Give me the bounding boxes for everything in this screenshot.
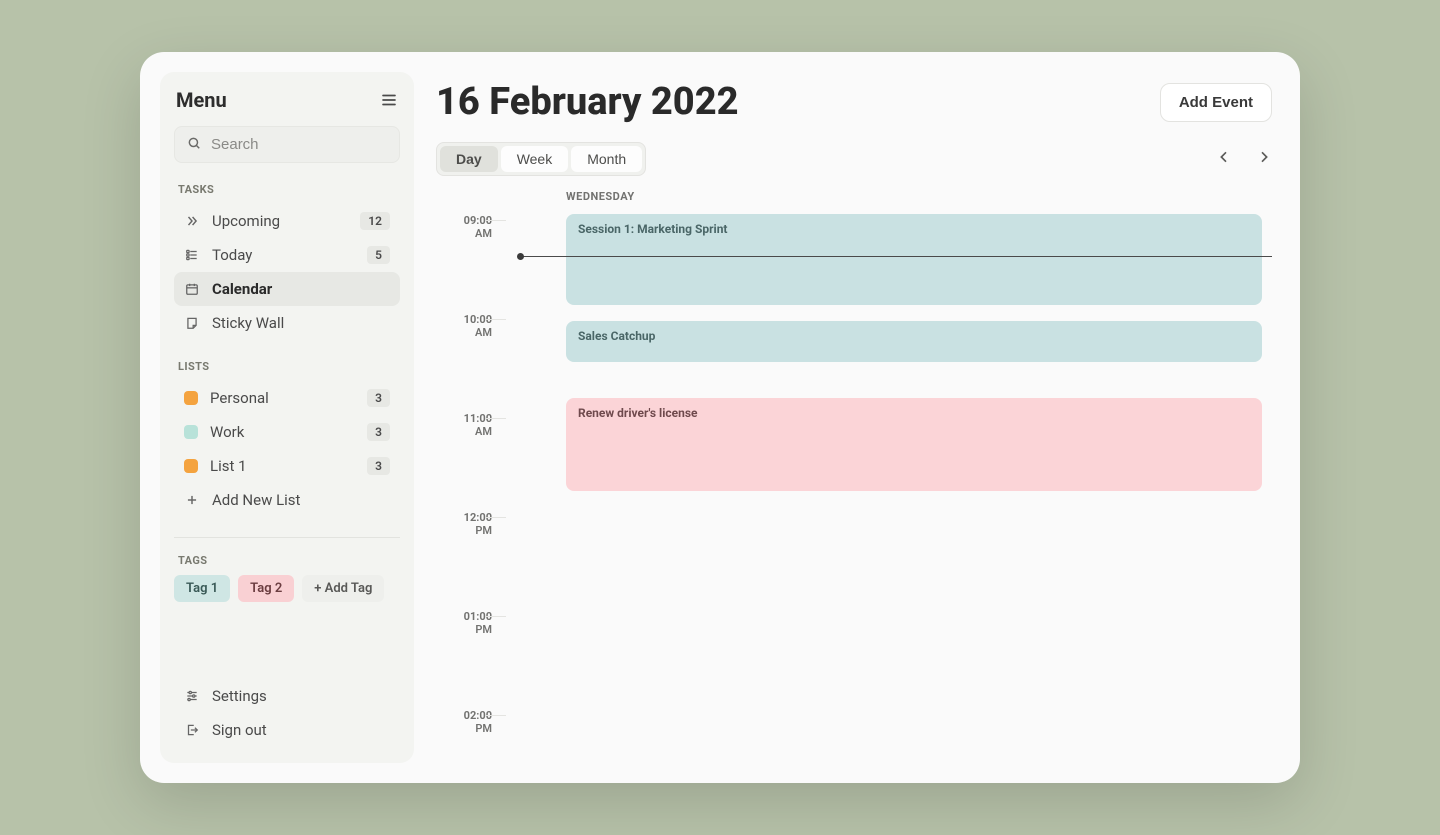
add-event-button[interactable]: Add Event [1160,83,1272,122]
time-label: 11:00AM [442,412,492,438]
view-segmented-control: Day Week Month [436,142,646,176]
search-input[interactable] [211,136,410,153]
list-check-icon [184,248,200,262]
time-label: 09:00AM [442,214,492,240]
add-tag-button[interactable]: + Add Tag [302,575,384,602]
view-month-button[interactable]: Month [571,146,642,172]
sidebar-item-label: Add New List [212,491,300,509]
sidebar-item-label: Upcoming [212,212,280,230]
calendar-event[interactable]: Renew driver's license [566,398,1262,491]
sidebar-item-label: Sign out [212,721,267,739]
tags-section-label: TAGS [178,554,396,567]
color-swatch-icon [184,459,198,473]
sidebar-item-upcoming[interactable]: Upcoming 12 [174,204,400,238]
sliders-icon [184,689,200,703]
sidebar-item-label: Sticky Wall [212,314,284,332]
lists-section-label: LISTS [178,360,396,373]
main-content: 16 February 2022 Add Event Day Week Mont… [414,72,1280,763]
settings-button[interactable]: Settings [174,679,400,713]
sidebar-item-stickywall[interactable]: Sticky Wall [174,306,400,340]
sidebar-item-label: List 1 [210,457,247,475]
sidebar-item-count: 12 [360,212,390,230]
tasks-section-label: TASKS [178,183,396,196]
signout-icon [184,723,200,737]
divider [174,537,400,538]
current-time-indicator [520,256,1272,257]
sidebar-item-label: Today [212,246,252,264]
color-swatch-icon [184,391,198,405]
lists-list: Personal 3 Work 3 List 1 3 Add New List [174,381,400,517]
tag-chip-1[interactable]: Tag 1 [174,575,230,602]
chevron-double-right-icon [184,214,200,228]
add-new-list-button[interactable]: Add New List [174,483,400,517]
sidebar-list-list1[interactable]: List 1 3 [174,449,400,483]
sidebar: Menu TASKS Upcoming 12 Today 5 [160,72,414,763]
search-box[interactable] [174,126,400,163]
time-label: 12:00PM [442,511,492,537]
time-label: 10:00AM [442,313,492,339]
search-icon [187,135,201,154]
calendar-event[interactable]: Session 1: Marketing Sprint [566,214,1262,305]
note-icon [184,316,200,330]
menu-toggle-icon[interactable] [380,91,398,109]
current-time-dot-icon [517,253,524,260]
view-week-button[interactable]: Week [501,146,569,172]
next-day-button[interactable] [1256,149,1272,169]
view-day-button[interactable]: Day [440,146,498,172]
day-of-week-label: WEDNESDAY [566,190,635,203]
sidebar-item-count: 3 [367,423,390,441]
sidebar-item-label: Work [210,423,244,441]
sidebar-title: Menu [176,88,227,112]
sidebar-list-work[interactable]: Work 3 [174,415,400,449]
plus-icon [184,493,200,507]
tags-row: Tag 1 Tag 2 + Add Tag [174,575,400,602]
time-gutter: 09:00AM 10:00AM 11:00AM 12:00PM 01:00PM 02:00… [436,190,506,763]
sidebar-item-count: 3 [367,457,390,475]
sidebar-item-calendar[interactable]: Calendar [174,272,400,306]
sidebar-item-today[interactable]: Today 5 [174,238,400,272]
tag-chip-2[interactable]: Tag 2 [238,575,294,602]
calendar-icon [184,282,200,296]
sidebar-item-label: Personal [210,389,269,407]
time-label: 01:00PM [442,610,492,636]
sidebar-item-count: 5 [367,246,390,264]
page-title: 16 February 2022 [436,80,739,124]
calendar-day-view: 09:00AM 10:00AM 11:00AM 12:00PM 01:00PM 02:00… [436,190,1272,763]
time-label: 02:00PM [442,709,492,735]
sidebar-item-label: Calendar [212,280,272,298]
calendar-event[interactable]: Sales Catchup [566,321,1262,363]
sidebar-list-personal[interactable]: Personal 3 [174,381,400,415]
prev-day-button[interactable] [1216,149,1232,169]
sidebar-item-count: 3 [367,389,390,407]
color-swatch-icon [184,425,198,439]
tasks-list: Upcoming 12 Today 5 Calendar Sticky Wall [174,204,400,340]
calendar-track[interactable]: WEDNESDAY Session 1: Marketing Sprint Sal… [506,190,1272,763]
signout-button[interactable]: Sign out [174,713,400,747]
footer-nav: Settings Sign out [174,679,400,747]
sidebar-item-label: Settings [212,687,267,705]
